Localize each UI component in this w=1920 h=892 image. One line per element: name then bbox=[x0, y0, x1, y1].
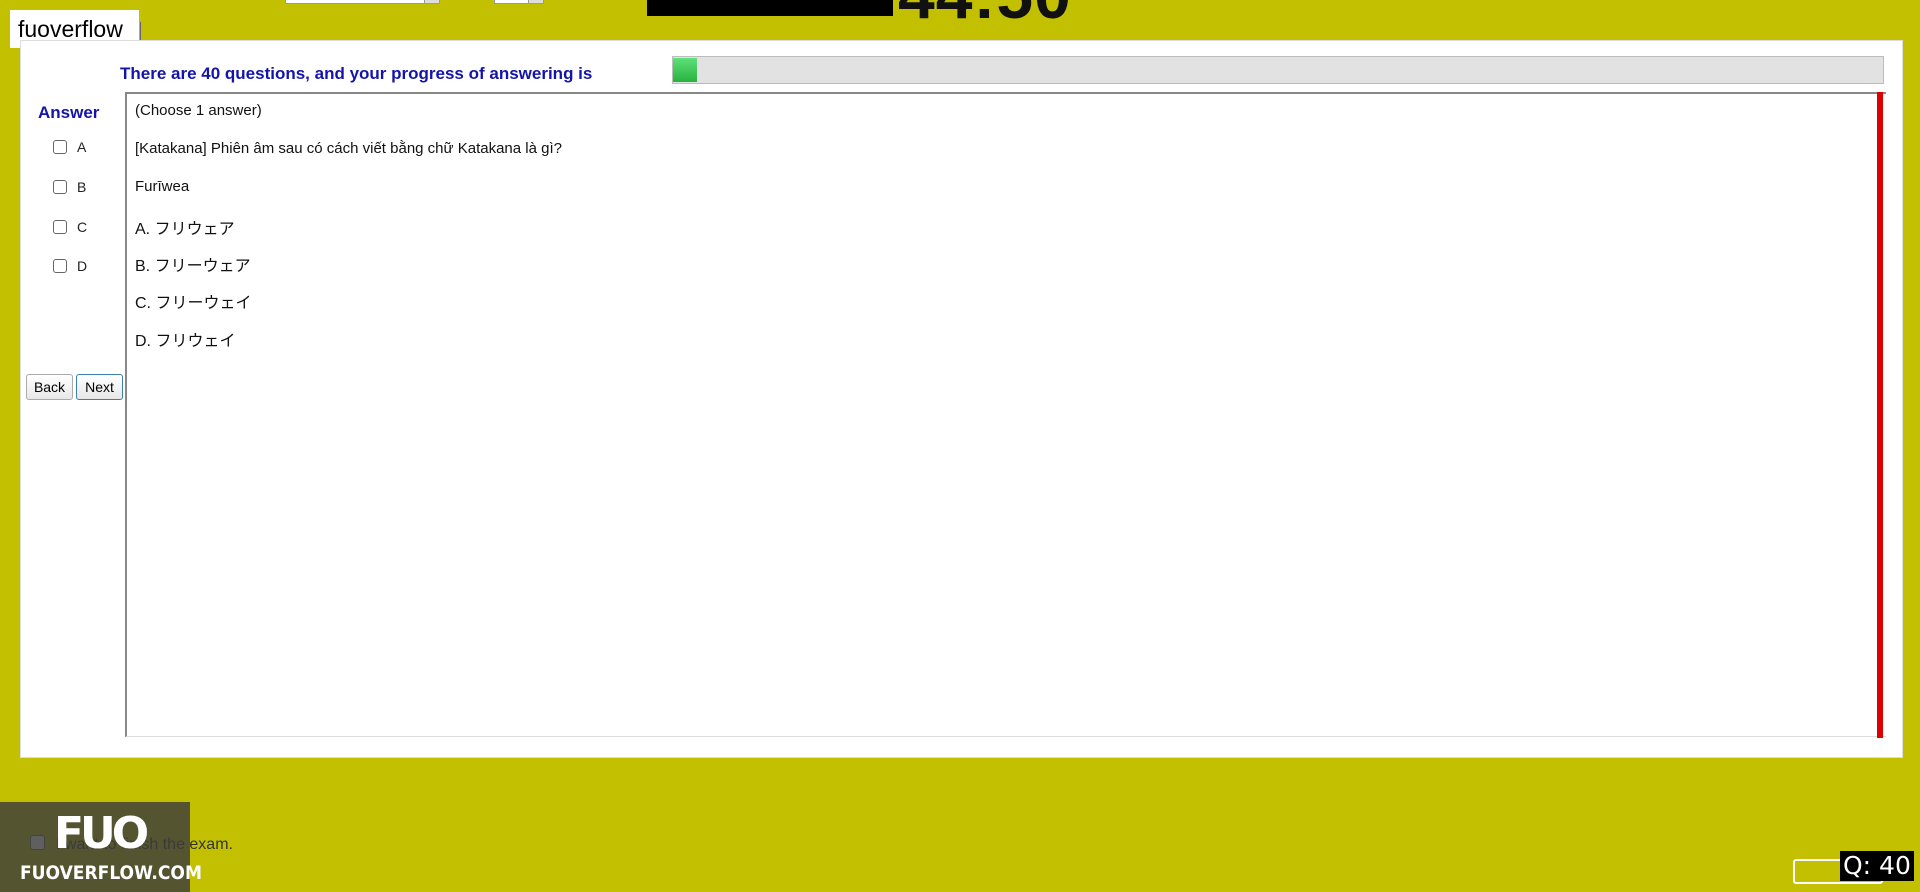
choice-d-text: D. フリウェイ bbox=[135, 333, 236, 350]
question-instruction: (Choose 1 answer) bbox=[135, 102, 262, 119]
logo-mark: FUO bbox=[54, 808, 149, 859]
progress-bar bbox=[672, 56, 1884, 84]
question-prompt: [Katakana] Phiên âm sau có cách viết bằn… bbox=[135, 140, 562, 157]
option-letter: B bbox=[77, 179, 87, 195]
checkbox-d[interactable] bbox=[53, 259, 67, 273]
choice-c-text: C. フリーウェイ bbox=[135, 295, 252, 312]
dropdown-arrow-icon bbox=[528, 0, 543, 3]
option-letter: D bbox=[77, 258, 88, 274]
timer-box bbox=[647, 0, 893, 16]
top-select-2[interactable] bbox=[494, 0, 544, 4]
timer-text: 44:50 bbox=[898, 0, 1072, 28]
checkbox-a[interactable] bbox=[53, 140, 67, 154]
question-term: Furīwea bbox=[135, 178, 190, 195]
choice-a-text: A. フリウェア bbox=[135, 221, 235, 238]
answer-heading: Answer bbox=[38, 103, 100, 122]
option-letter: A bbox=[77, 139, 87, 155]
checkbox-b[interactable] bbox=[53, 180, 67, 194]
answer-option-d[interactable]: D bbox=[53, 256, 87, 276]
answer-option-c[interactable]: C bbox=[53, 217, 87, 237]
dropdown-arrow-icon bbox=[424, 0, 439, 3]
answer-option-b[interactable]: B bbox=[53, 177, 86, 197]
scrollbar[interactable] bbox=[1877, 92, 1883, 738]
watermark-logo: FUO FUOVERFLOW.COM bbox=[0, 802, 202, 892]
title-divider bbox=[140, 22, 141, 42]
back-button[interactable]: Back bbox=[26, 374, 73, 400]
top-select-1[interactable] bbox=[285, 0, 440, 4]
checkbox-c[interactable] bbox=[53, 220, 67, 234]
option-letter: C bbox=[77, 219, 88, 235]
question-count: Q: 40 bbox=[1840, 851, 1914, 881]
logo-text: FUOVERFLOW.COM bbox=[20, 862, 202, 884]
question-area[interactable] bbox=[125, 92, 1886, 737]
progress-label: There are 40 questions, and your progres… bbox=[120, 64, 593, 83]
answer-option-a[interactable]: A bbox=[53, 137, 86, 157]
progress-fill bbox=[673, 58, 698, 82]
next-button[interactable]: Next bbox=[76, 374, 123, 400]
choice-b-text: B. フリーウェア bbox=[135, 258, 251, 275]
